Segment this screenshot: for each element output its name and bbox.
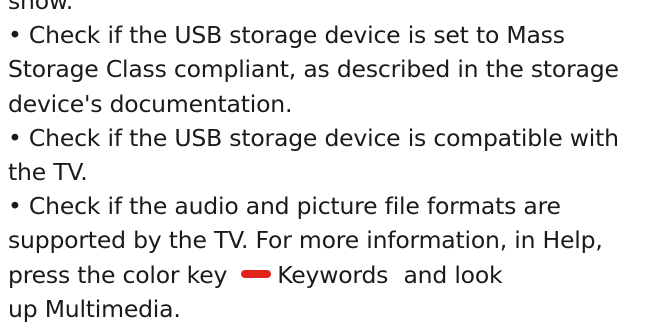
help-link[interactable]: Help — [543, 226, 596, 254]
bullet-3-line-3-end: and look — [396, 260, 503, 289]
bullet-1-line-2: Storage Class compliant, as described in… — [8, 55, 619, 84]
bullet-1-line-1: • Check if the USB storage device is set… — [8, 21, 565, 50]
bullet-3-line-4-end: . — [173, 294, 181, 323]
help-text-body: show. • Check if the USB storage device … — [8, 0, 664, 326]
bullet-3-line-1: • Check if the audio and picture file fo… — [8, 192, 561, 221]
keywords-link[interactable]: Keywords — [277, 261, 388, 289]
bullet-3-line-4-text: up — [8, 294, 45, 323]
bullet-3-line-3-text: press the color key — [8, 260, 228, 289]
bullet-1-line-3: device's documentation. — [8, 89, 293, 118]
bullet-2-line-1: • Check if the USB storage device is com… — [8, 123, 619, 152]
multimedia-link[interactable]: Multimedia — [45, 295, 174, 323]
bullet-3-line-2: supported by the TV. For more informatio… — [8, 223, 664, 257]
bullet-3-line-4: up Multimedia. — [8, 292, 664, 326]
red-key-icon — [241, 270, 272, 279]
bullet-3-line-2-text: supported by the TV. For more informatio… — [8, 226, 543, 255]
bullet-3-line-2-end: , — [595, 226, 603, 255]
bullet-2-line-2: the TV. — [8, 158, 88, 187]
bullet-3-line-3: press the color key Keywords and look — [8, 258, 664, 292]
partial-top-line: show. — [8, 0, 74, 15]
